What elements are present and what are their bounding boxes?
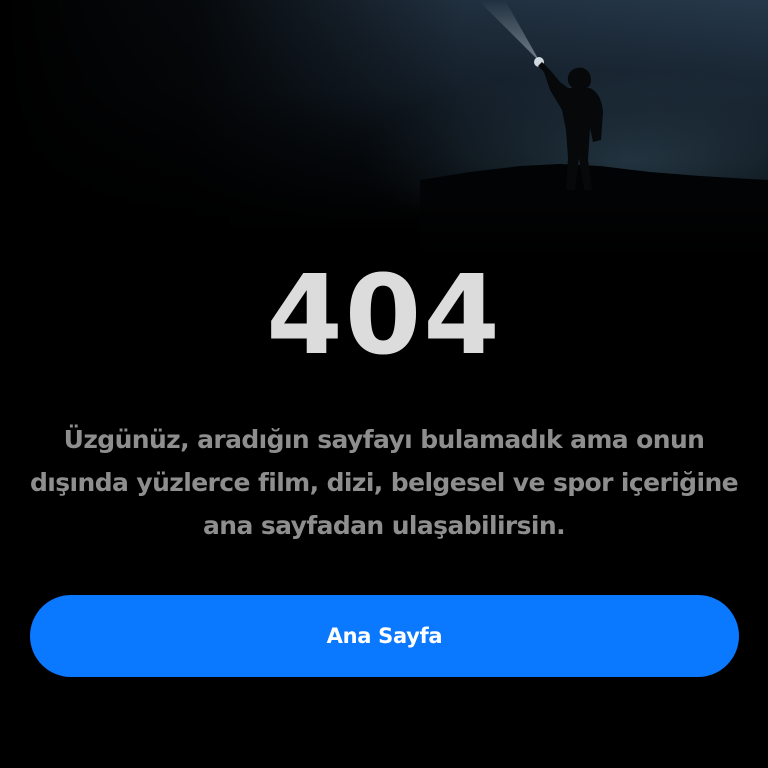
home-button-label: Ana Sayfa: [326, 624, 443, 648]
error-code: 404: [266, 251, 502, 379]
hero-image: [0, 0, 768, 260]
error-page: 404 Üzgünüz, aradığın sayfayı bulamadık …: [0, 0, 768, 768]
home-button[interactable]: Ana Sayfa: [30, 595, 739, 677]
error-message: Üzgünüz, aradığın sayfayı bulamadık ama …: [30, 425, 739, 540]
